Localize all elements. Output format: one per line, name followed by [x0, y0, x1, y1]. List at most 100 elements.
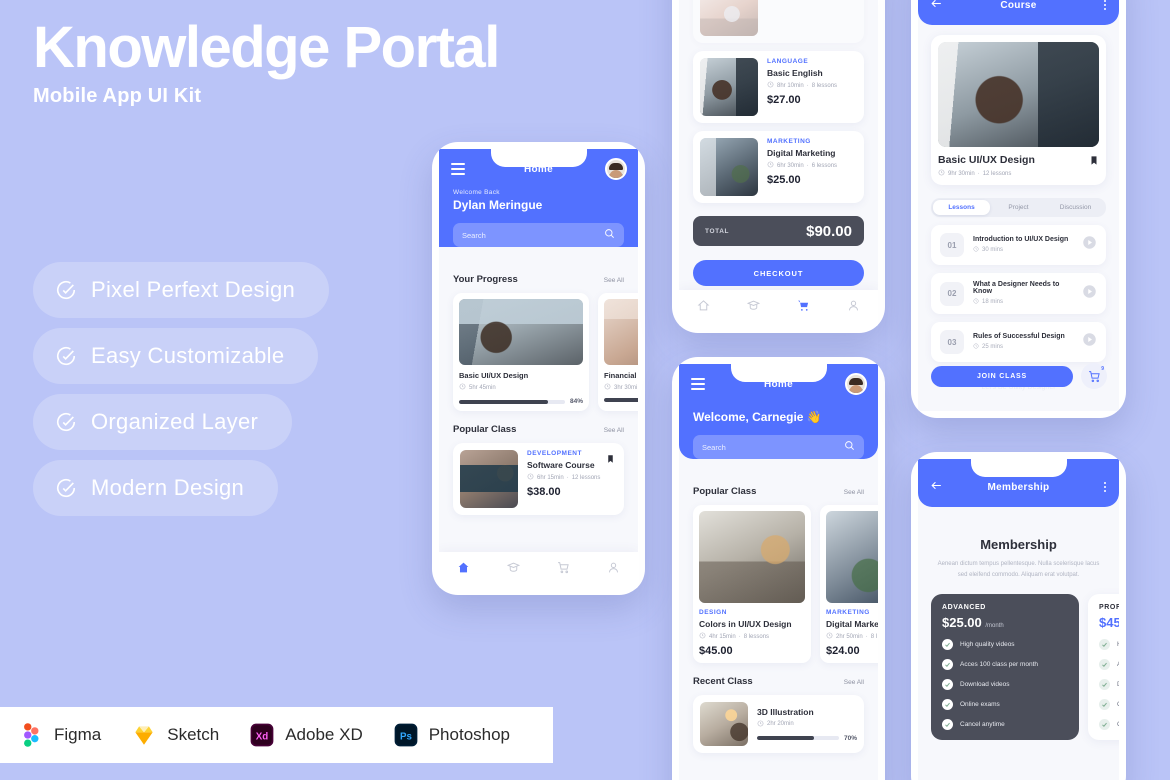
- see-all-link[interactable]: See All: [844, 679, 864, 686]
- lesson-row[interactable]: 03 Rules of Successful Design 25 mins: [931, 322, 1106, 362]
- course-category: DESIGN: [699, 609, 727, 616]
- tab-lessons[interactable]: Lessons: [933, 200, 990, 215]
- feature-label: Organized Layer: [91, 409, 259, 434]
- tab-cart-icon[interactable]: [557, 561, 570, 579]
- course-title: Software Course: [527, 460, 595, 470]
- tab-profile-icon[interactable]: [847, 299, 860, 317]
- total-value: $90.00: [806, 222, 852, 240]
- course-meta: 2hr 50min · 8 l: [826, 632, 878, 641]
- tab-profile-icon[interactable]: [607, 561, 620, 579]
- phone-mockup-cart: LANGUAGE Basic English 8hr 10min · 8 les…: [672, 0, 885, 333]
- list-item[interactable]: DEVELOPMENT Software Course 6hr 15min · …: [453, 443, 624, 515]
- course-title: Basic UI/UX Design: [938, 154, 1035, 166]
- phone-mockup-home-a: Home Welcome Back Dylan Meringue Search …: [432, 142, 645, 595]
- plan-feature-label: High quality videos: [960, 641, 1015, 648]
- course-price: $25.00: [767, 174, 801, 186]
- tab-cart-icon[interactable]: [797, 299, 810, 317]
- avatar[interactable]: [845, 373, 867, 395]
- progress-card-row: Basic UI/UX Design 5hr 45min 84% Financi…: [439, 293, 638, 411]
- tab-courses-icon[interactable]: [506, 561, 521, 579]
- join-class-button[interactable]: JOIN CLASS: [931, 365, 1073, 387]
- plan-card-professional[interactable]: PROFESSIONAL $45.00 /mo High quality vid…: [1088, 594, 1119, 740]
- course-duration: 6hr 30min: [777, 162, 804, 169]
- course-thumbnail: [700, 0, 758, 36]
- search-icon[interactable]: [604, 226, 615, 244]
- lesson-row[interactable]: 01 Introduction to UI/UX Design 30 mins: [931, 225, 1106, 265]
- supported-tools-bar: Figma Sketch Xd Adobe XD Ps Photoshop: [0, 707, 553, 763]
- cart-item[interactable]: MARKETING Digital Marketing 6hr 30min · …: [693, 131, 864, 203]
- play-icon[interactable]: [1082, 235, 1097, 255]
- popular-card[interactable]: MARKETING Digital Marketing 2hr 50min · …: [820, 505, 878, 663]
- lesson-duration-wrap: 18 mins: [973, 298, 1073, 306]
- tab-home-icon[interactable]: [697, 299, 710, 317]
- plan-price: $45.00 /mo: [1099, 615, 1119, 630]
- tab-courses-icon[interactable]: [746, 299, 761, 317]
- list-item[interactable]: 3D Illustration 2hr 20min 70%: [693, 695, 864, 753]
- course-lessons: 8 lessons: [811, 82, 838, 89]
- svg-text:Xd: Xd: [256, 731, 269, 742]
- course-category: MARKETING: [767, 138, 811, 145]
- progress-bar-wrap: 70%: [757, 735, 857, 742]
- lesson-duration: 25 mins: [982, 344, 1004, 350]
- tool-label: Photoshop: [428, 725, 511, 744]
- tab-home-icon[interactable]: [457, 561, 470, 579]
- course-thumbnail: [700, 702, 748, 746]
- checkout-button[interactable]: CHECKOUT: [693, 260, 864, 286]
- play-icon[interactable]: [1082, 332, 1097, 352]
- course-title: 3D Illustration: [757, 706, 814, 717]
- bookmark-icon[interactable]: [1089, 154, 1099, 172]
- search-icon[interactable]: [844, 438, 855, 456]
- back-arrow-icon[interactable]: [930, 0, 943, 13]
- tab-discussion[interactable]: Discussion: [1047, 200, 1104, 215]
- see-all-link[interactable]: See All: [604, 277, 624, 284]
- kebab-menu-icon[interactable]: [1104, 0, 1106, 10]
- feature-item: Pixel Perfext Design: [33, 262, 330, 318]
- promo-block: Knowledge Portal Mobile App UI Kit: [33, 17, 593, 108]
- cart-button[interactable]: 9: [1081, 363, 1107, 389]
- phone-notch: [730, 364, 827, 382]
- back-arrow-icon[interactable]: [930, 479, 943, 495]
- progress-bar: [604, 398, 638, 402]
- lesson-row[interactable]: 02 What a Designer Needs to Know 18 mins: [931, 273, 1106, 314]
- check-circle-icon: [55, 345, 77, 367]
- membership-header: Membership Aenean dictum tempus pellente…: [918, 507, 1119, 580]
- tool-label: Sketch: [167, 725, 220, 744]
- cart-item[interactable]: [693, 0, 864, 43]
- lesson-title: Introduction to UI/UX Design: [973, 236, 1069, 243]
- plan-feature: Acces 200 class per month: [1099, 659, 1119, 670]
- hamburger-menu-icon[interactable]: [451, 163, 465, 175]
- play-icon[interactable]: [1082, 284, 1097, 304]
- check-icon: [942, 679, 953, 690]
- plan-card-advanced[interactable]: ADVANCED $25.00 /month High quality vide…: [931, 594, 1079, 740]
- lesson-duration: 30 mins: [982, 247, 1004, 253]
- clock-icon: [826, 632, 833, 641]
- plan-name: ADVANCED: [942, 604, 986, 611]
- lesson-duration-wrap: 30 mins: [973, 246, 1073, 254]
- progress-percent: 70%: [843, 734, 857, 742]
- course-title: Basic UI/UX Design: [459, 371, 529, 380]
- app-header: Course: [918, 0, 1119, 25]
- appbar-title: Course: [1000, 0, 1037, 11]
- check-icon: [942, 699, 953, 710]
- clock-icon: [973, 298, 979, 306]
- plan-feature: Cancel anytime: [942, 719, 1068, 730]
- progress-card[interactable]: Financial L 3hr 30mi: [598, 293, 638, 411]
- section-title: Popular Class: [693, 486, 757, 497]
- cart-item[interactable]: LANGUAGE Basic English 8hr 10min · 8 les…: [693, 51, 864, 123]
- tab-project[interactable]: Project: [990, 200, 1047, 215]
- see-all-link[interactable]: See All: [844, 489, 864, 496]
- popular-card[interactable]: DESIGN Colors in UI/UX Design 4hr 15min …: [693, 505, 811, 663]
- plan-feature-label: Download videos: [1117, 681, 1119, 688]
- course-meta: 6hr 30min · 6 lessons: [767, 161, 857, 170]
- kebab-menu-icon[interactable]: [1104, 482, 1106, 492]
- progress-card[interactable]: Basic UI/UX Design 5hr 45min 84%: [453, 293, 589, 411]
- search-input[interactable]: Search: [693, 435, 864, 459]
- welcome-small-text: Welcome Back: [453, 189, 500, 196]
- hamburger-menu-icon[interactable]: [691, 378, 705, 390]
- bookmark-icon[interactable]: [606, 452, 615, 470]
- avatar[interactable]: [605, 158, 627, 180]
- see-all-link[interactable]: See All: [604, 427, 624, 434]
- clock-icon: [973, 343, 979, 351]
- search-input[interactable]: Search: [453, 223, 624, 247]
- photoshop-logo-icon: Ps: [393, 722, 419, 748]
